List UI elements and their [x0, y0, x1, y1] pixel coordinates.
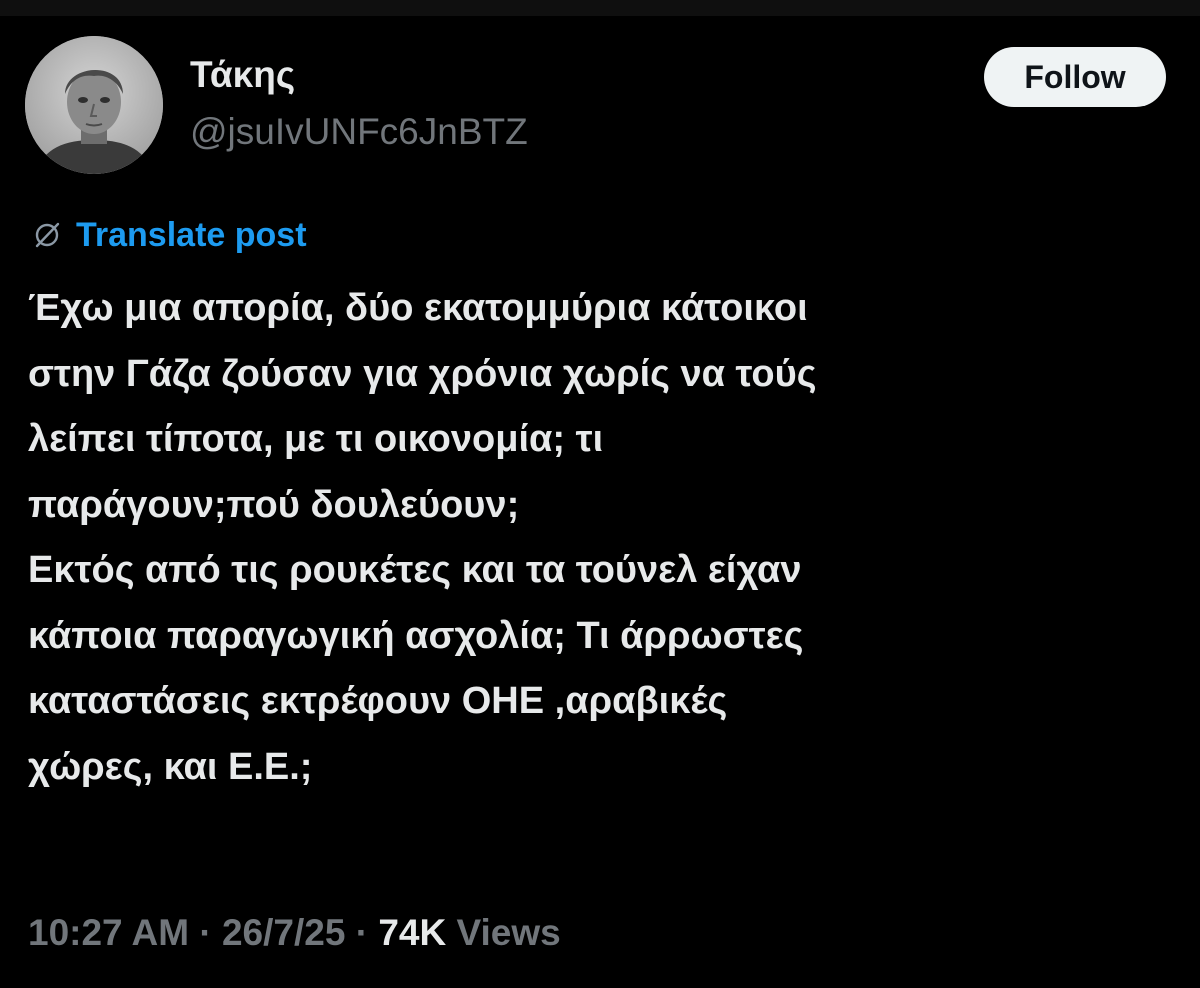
post-text-line: λείπει τίποτα, με τι οικονομία; τι	[28, 418, 604, 460]
post-text-line: χώρες, και Ε.Ε.;	[28, 745, 313, 788]
meta-separator: ·	[345, 912, 379, 953]
post-time[interactable]: 10:27 AM	[28, 912, 189, 953]
post-text-line: καταστάσεις εκτρέφουν ΟΗΕ ,αραβικές	[28, 680, 728, 722]
post-text-line: στην Γάζα ζούσαν για χρόνια χωρίς να τού…	[28, 352, 817, 395]
top-edge-strip	[0, 0, 1200, 16]
avatar[interactable]	[25, 36, 163, 174]
views-label: Views	[446, 912, 561, 953]
translate-post-link[interactable]: Translate post	[32, 213, 307, 257]
post-text-line: Εκτός από τις ρουκέτες και τα τούνελ είχ…	[28, 549, 802, 591]
post-text-line: παράγουν;πού δουλεύουν;	[28, 483, 520, 526]
post-text-line: Έχω μια απορία, δύο εκατομμύρια κάτοικοι	[28, 287, 808, 329]
globe-slash-icon	[35, 222, 60, 248]
user-photo-avatar-icon	[25, 36, 163, 174]
user-handle[interactable]: @jsuIvUNFc6JnBTZ	[190, 111, 528, 153]
post-date[interactable]: 26/7/25	[222, 912, 345, 953]
meta-separator: ·	[189, 912, 222, 953]
views-count[interactable]: 74K	[378, 912, 446, 953]
translate-post-label[interactable]: Translate post	[76, 216, 307, 255]
post-text-line: κάποια παραγωγική ασχολία; Τι άρρωστες	[28, 614, 804, 657]
post-text: Έχω μια απορία, δύο εκατομμύρια κάτοικοι…	[28, 276, 1178, 800]
follow-button[interactable]: Follow	[984, 47, 1166, 107]
post-metadata: 10:27 AM · 26/7/25 · 74K Views	[28, 912, 561, 954]
display-name[interactable]: Τάκης	[190, 54, 295, 96]
